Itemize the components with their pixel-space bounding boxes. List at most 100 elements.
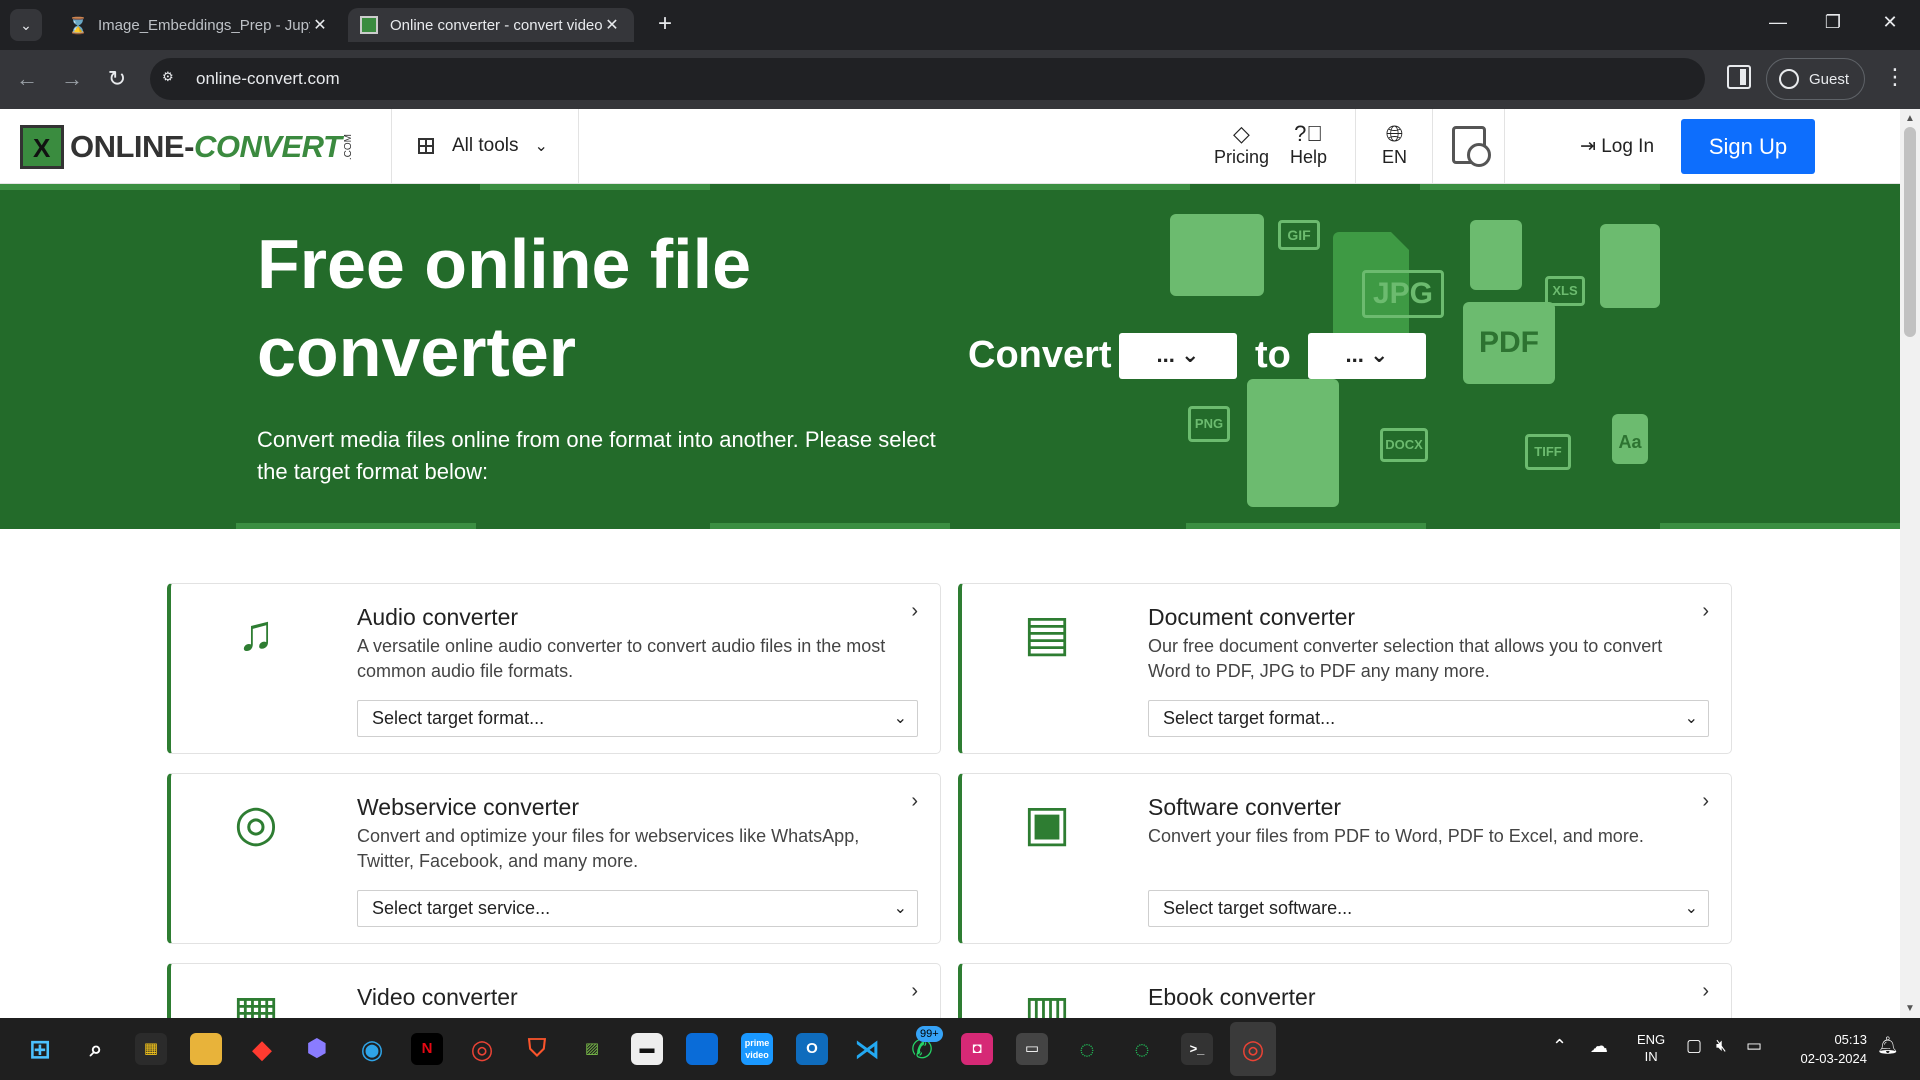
instagram-icon[interactable]: ◘ <box>961 1033 993 1065</box>
tiff-file-icon: TIFF <box>1525 434 1571 470</box>
onedrive-icon[interactable]: ☁ <box>1590 1036 1608 1057</box>
chevron-down-icon: ⌄ <box>893 900 907 917</box>
outlook-icon[interactable]: O <box>796 1033 828 1065</box>
video-converter-card[interactable]: ▦ Video converter › <box>167 963 941 1018</box>
card-title[interactable]: Ebook converter <box>1148 984 1315 1011</box>
back-arrow-icon[interactable]: ← <box>12 65 42 95</box>
decor-strip <box>480 184 710 190</box>
card-title[interactable]: Software converter <box>1148 794 1341 821</box>
site-logo[interactable]: ONLINE-CONVERT .COM <box>20 125 354 169</box>
terminal-icon[interactable]: >_ <box>1181 1033 1213 1065</box>
scroll-down-icon[interactable]: ▼ <box>1905 1003 1915 1014</box>
history-icon[interactable] <box>1452 126 1491 167</box>
close-tab-icon[interactable]: ✕ <box>310 15 330 35</box>
software-converter-card[interactable]: ▣ Software converter Convert your files … <box>958 773 1732 944</box>
app-blue-icon[interactable] <box>686 1033 718 1065</box>
vscode-icon[interactable]: ⋊ <box>851 1033 883 1065</box>
url-text[interactable]: online-convert.com <box>196 69 340 89</box>
webservice-select[interactable]: Select target service... ⌄ <box>357 890 918 927</box>
chrome-icon[interactable]: ◎ <box>466 1033 498 1065</box>
tab-jupyter[interactable]: ⌛ Image_Embeddings_Prep - Jupyter ✕ <box>56 8 342 42</box>
terminal-window-icon[interactable]: ▬ <box>631 1033 663 1065</box>
document-format-select[interactable]: Select target format... ⌄ <box>1148 700 1709 737</box>
chevron-down-icon: ⌄ <box>1684 710 1698 727</box>
to-format-select[interactable]: ... ⌄ <box>1308 333 1426 379</box>
reload-icon[interactable]: ↻ <box>102 65 132 95</box>
network-icon[interactable]: ▢ <box>1686 1036 1702 1056</box>
profile-label: Guest <box>1809 70 1850 88</box>
language-selector[interactable]: 🌐︎ EN <box>1382 121 1407 168</box>
app-ring-icon[interactable]: ◌ <box>1071 1033 1103 1065</box>
whatsapp-badge: 99+ <box>916 1026 943 1042</box>
card-title[interactable]: Audio converter <box>357 604 518 631</box>
chevron-right-icon[interactable]: › <box>911 600 918 623</box>
prime-video-icon[interactable]: prime video <box>741 1033 773 1065</box>
chevron-right-icon[interactable]: › <box>1702 790 1709 813</box>
file-explorer-icon[interactable] <box>190 1033 222 1065</box>
all-tools-menu[interactable]: All tools ⌄ <box>418 135 548 157</box>
chevron-up-icon[interactable]: ⌃ <box>1552 1036 1567 1057</box>
login-link[interactable]: ⇥ Log In <box>1580 135 1654 158</box>
tab-online-convert[interactable]: Online converter - convert video ✕ <box>348 8 634 42</box>
store-icon[interactable]: ▦ <box>135 1033 167 1065</box>
restore-button[interactable]: ❐ <box>1813 12 1853 33</box>
tab-search-button[interactable]: ⌄ <box>10 9 42 41</box>
volume-muted-icon[interactable]: 🔇︎ <box>1716 1036 1727 1056</box>
chrome-active-icon[interactable]: ◎ <box>1237 1033 1269 1065</box>
decor-strip <box>236 523 476 529</box>
edge-icon[interactable]: ◉ <box>356 1033 388 1065</box>
battery-icon[interactable]: ▭ <box>1746 1036 1762 1056</box>
scroll-up-icon[interactable]: ▲ <box>1905 113 1915 124</box>
app-ring-icon-2[interactable]: ◌ <box>1126 1033 1158 1065</box>
sign-up-button[interactable]: Sign Up <box>1681 119 1815 174</box>
ebook-converter-card[interactable]: ▥ Ebook converter › <box>958 963 1732 1018</box>
tab-title: Image_Embeddings_Prep - Jupyter <box>98 16 310 34</box>
chevron-right-icon[interactable]: › <box>1702 980 1709 1003</box>
chevron-right-icon[interactable]: › <box>911 790 918 813</box>
from-format-select[interactable]: ... ⌄ <box>1119 333 1237 379</box>
divider <box>1504 109 1505 184</box>
person-icon <box>1779 69 1799 89</box>
help-link[interactable]: ?⃝ Help <box>1290 121 1327 168</box>
app-gray-icon[interactable]: ▭ <box>1016 1033 1048 1065</box>
minimize-button[interactable]: — <box>1758 12 1798 33</box>
new-tab-button[interactable]: + <box>650 10 680 40</box>
document-converter-card[interactable]: ▤ Document converter Our free document c… <box>958 583 1732 754</box>
profile-button[interactable]: Guest <box>1766 58 1865 100</box>
browser-menu-icon[interactable]: ⋮ <box>1880 64 1910 90</box>
webservice-converter-card[interactable]: ◎ Webservice converter Convert and optim… <box>167 773 941 944</box>
notification-bell-icon[interactable]: 🔔︎ <box>1877 1036 1899 1056</box>
chevron-right-icon[interactable]: › <box>1702 600 1709 623</box>
netflix-icon[interactable]: N <box>411 1033 443 1065</box>
scroll-thumb[interactable] <box>1904 127 1916 337</box>
windows-taskbar: ⊞ ⌕ ▦ ◆ ⬢ ◉ N ◎ ⛉ ▨ ▬ prime video O ⋊ ✆ … <box>0 1018 1920 1080</box>
search-icon[interactable]: ⌕ <box>80 1033 112 1065</box>
browser-tab-bar: ⌄ ⌛ Image_Embeddings_Prep - Jupyter ✕ On… <box>0 0 1920 50</box>
page-scrollbar[interactable]: ▲ ▼ <box>1900 109 1920 1018</box>
site-settings-icon[interactable]: ⚙ <box>162 69 182 89</box>
forward-arrow-icon[interactable]: → <box>57 65 87 95</box>
decor-strip <box>1660 523 1900 529</box>
side-panel-icon[interactable] <box>1727 65 1751 89</box>
card-title[interactable]: Document converter <box>1148 604 1355 631</box>
language-indicator[interactable]: ENG IN <box>1637 1031 1665 1065</box>
close-window-button[interactable]: ✕ <box>1870 12 1910 33</box>
image-viewer-icon[interactable]: ▨ <box>576 1033 608 1065</box>
card-title[interactable]: Webservice converter <box>357 794 579 821</box>
close-tab-icon[interactable]: ✕ <box>602 15 622 35</box>
copilot-icon[interactable]: ⬢ <box>301 1033 333 1065</box>
computer-icon: ▣ <box>1023 795 1071 851</box>
brave-icon[interactable]: ⛉ <box>521 1033 553 1065</box>
clock[interactable]: 05:13 02-03-2024 <box>1787 1030 1868 1068</box>
to-label: to <box>1255 334 1291 376</box>
card-title[interactable]: Video converter <box>357 984 518 1011</box>
chevron-right-icon[interactable]: › <box>911 980 918 1003</box>
audio-format-select[interactable]: Select target format... ⌄ <box>357 700 918 737</box>
app-diamond-icon[interactable]: ◆ <box>246 1033 278 1065</box>
software-select[interactable]: Select target software... ⌄ <box>1148 890 1709 927</box>
hero-subtitle: Convert media files online from one form… <box>257 427 936 484</box>
address-bar[interactable]: ⚙ online-convert.com <box>150 58 1705 100</box>
windows-start-icon[interactable]: ⊞ <box>24 1033 56 1065</box>
audio-converter-card[interactable]: ♫ Audio converter A versatile online aud… <box>167 583 941 754</box>
pricing-link[interactable]: ◇ Pricing <box>1214 121 1269 168</box>
